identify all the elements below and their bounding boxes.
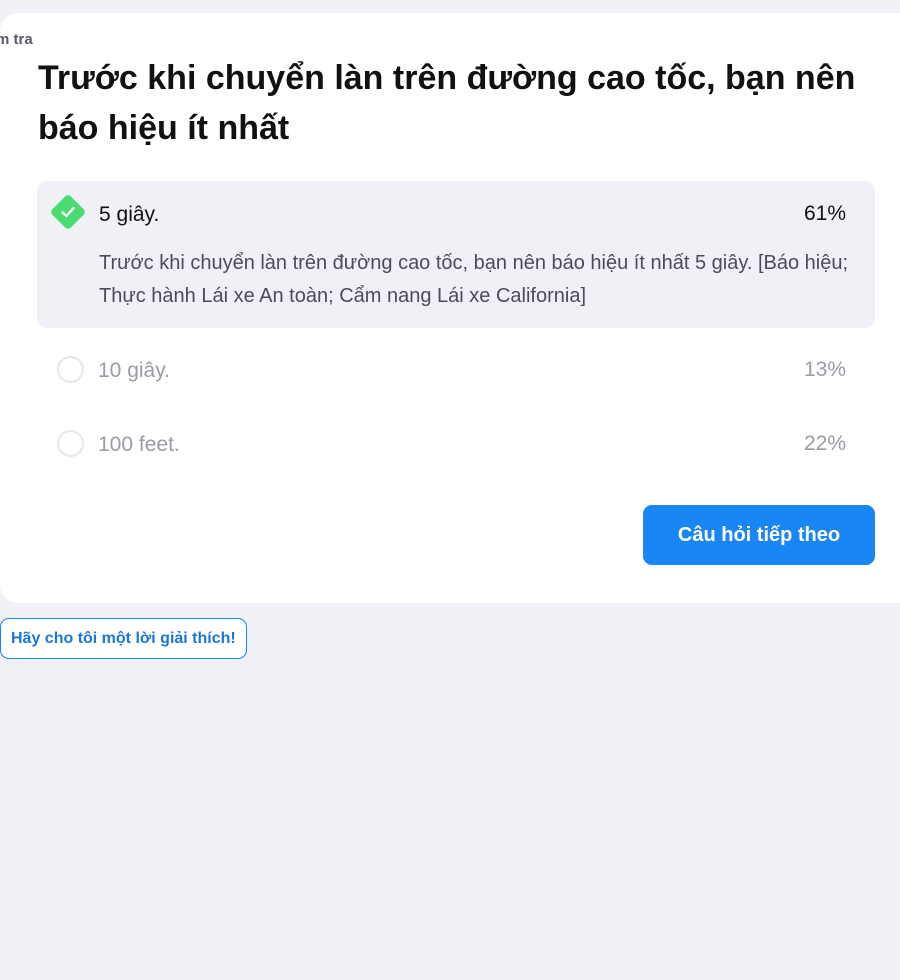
answer-percent: 22% xyxy=(803,432,846,455)
radio-circle-icon[interactable] xyxy=(57,430,84,457)
explain-button[interactable]: Hãy cho tôi một lời giải thích! xyxy=(0,618,247,659)
breadcrumb: m tra xyxy=(0,31,33,48)
answer-percent: 61% xyxy=(803,202,846,225)
answer-label: 10 giây. xyxy=(98,359,170,382)
answer-label: 5 giây. xyxy=(99,203,160,226)
answer-percent: 13% xyxy=(803,358,846,381)
answer-option[interactable]: 100 feet. 22% xyxy=(37,430,875,480)
radio-circle-icon[interactable] xyxy=(57,356,84,383)
answer-explanation: Trước khi chuyển làn trên đường cao tốc,… xyxy=(99,252,849,307)
check-icon xyxy=(49,193,87,231)
answer-label: 100 feet. xyxy=(98,433,180,456)
answer-option-correct[interactable]: 5 giây. 61% Trước khi chuyển làn trên đư… xyxy=(37,181,875,328)
next-question-button[interactable]: Câu hỏi tiếp theo xyxy=(643,505,875,565)
answer-option[interactable]: 10 giây. 13% xyxy=(37,356,875,406)
question-card: m tra Trước khi chuyển làn trên đường ca… xyxy=(0,13,900,603)
question-title: Trước khi chuyển làn trên đường cao tốc,… xyxy=(38,59,856,147)
